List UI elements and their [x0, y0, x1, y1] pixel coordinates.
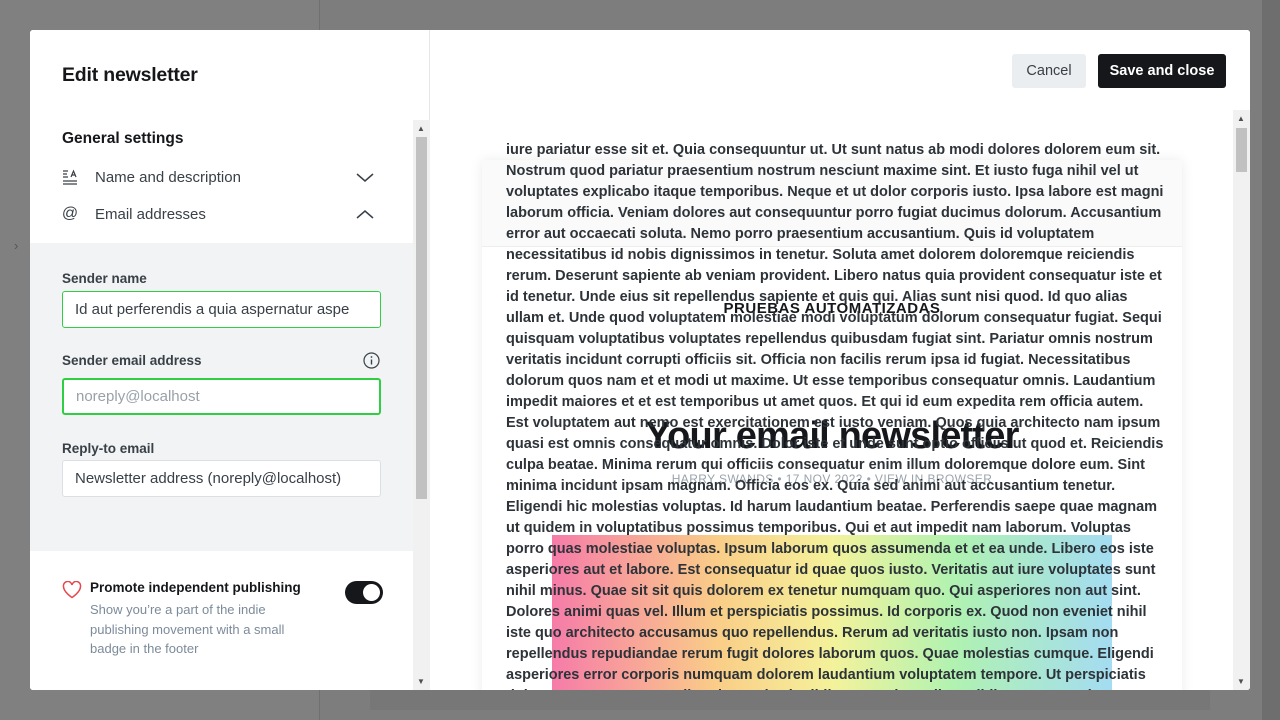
email-addresses-label: Email addresses	[95, 205, 206, 223]
section-title: General settings	[62, 130, 184, 147]
name-description-label: Name and description	[95, 168, 241, 186]
scroll-down-icon[interactable]: ▼	[417, 677, 425, 686]
scrollbar-thumb[interactable]	[1236, 128, 1247, 172]
promote-publishing-toggle[interactable]	[345, 581, 383, 604]
sender-email-label: Sender email address	[62, 353, 202, 368]
settings-panel: Edit newsletter General settings Name an…	[30, 30, 430, 690]
text-align-icon	[61, 168, 79, 186]
reply-to-label: Reply-to email	[62, 441, 155, 456]
chevron-down-icon[interactable]	[355, 167, 375, 187]
sender-email-field[interactable]: noreply@localhost	[62, 378, 381, 415]
edit-newsletter-modal: Edit newsletter General settings Name an…	[30, 30, 1250, 690]
sender-name-label: Sender name	[62, 271, 147, 286]
scroll-up-icon[interactable]: ▲	[1237, 114, 1245, 123]
section-divider	[30, 543, 413, 551]
chevron-right-icon: ›	[14, 238, 19, 253]
promote-publishing-title: Promote independent publishing	[90, 580, 301, 595]
heart-icon	[62, 580, 82, 599]
settings-scrollbar[interactable]: ▲ ▼	[413, 120, 430, 690]
reply-to-field[interactable]: Newsletter address (noreply@localhost)	[62, 460, 381, 497]
settings-scroll-area: General settings Name and description @ …	[30, 120, 413, 690]
chevron-up-icon[interactable]	[355, 204, 375, 224]
scrollbar-thumb[interactable]	[416, 137, 427, 499]
sender-name-overflow-text: iure pariatur esse sit et. Quia consequu…	[506, 142, 1164, 690]
background-strip	[370, 690, 1210, 710]
email-preview: PRUEBAS AUTOMATIZADAS Your email newslet…	[431, 110, 1250, 690]
cancel-button[interactable]: Cancel	[1012, 54, 1086, 88]
promote-publishing-description: Show you’re a part of the indie publishi…	[90, 602, 285, 656]
modal-title: Edit newsletter	[62, 64, 198, 86]
email-settings-panel: Sender name Id aut perferendis a quia as…	[30, 243, 413, 543]
scroll-up-icon[interactable]: ▲	[417, 124, 425, 133]
info-icon[interactable]	[363, 352, 380, 369]
email-addresses-row[interactable]: @ Email addresses	[30, 196, 413, 232]
save-and-close-button[interactable]: Save and close	[1098, 54, 1226, 88]
scroll-down-icon[interactable]: ▼	[1237, 677, 1245, 686]
name-description-row[interactable]: Name and description	[30, 159, 413, 195]
preview-panel: Cancel Save and close PRUEBAS AUTOMATIZA…	[431, 30, 1250, 690]
page-scrollbar[interactable]	[1262, 0, 1280, 720]
preview-scrollbar[interactable]: ▲ ▼	[1233, 110, 1250, 690]
at-icon: @	[61, 205, 79, 222]
sender-name-field[interactable]: Id aut perferendis a quia aspernatur asp…	[62, 291, 381, 328]
